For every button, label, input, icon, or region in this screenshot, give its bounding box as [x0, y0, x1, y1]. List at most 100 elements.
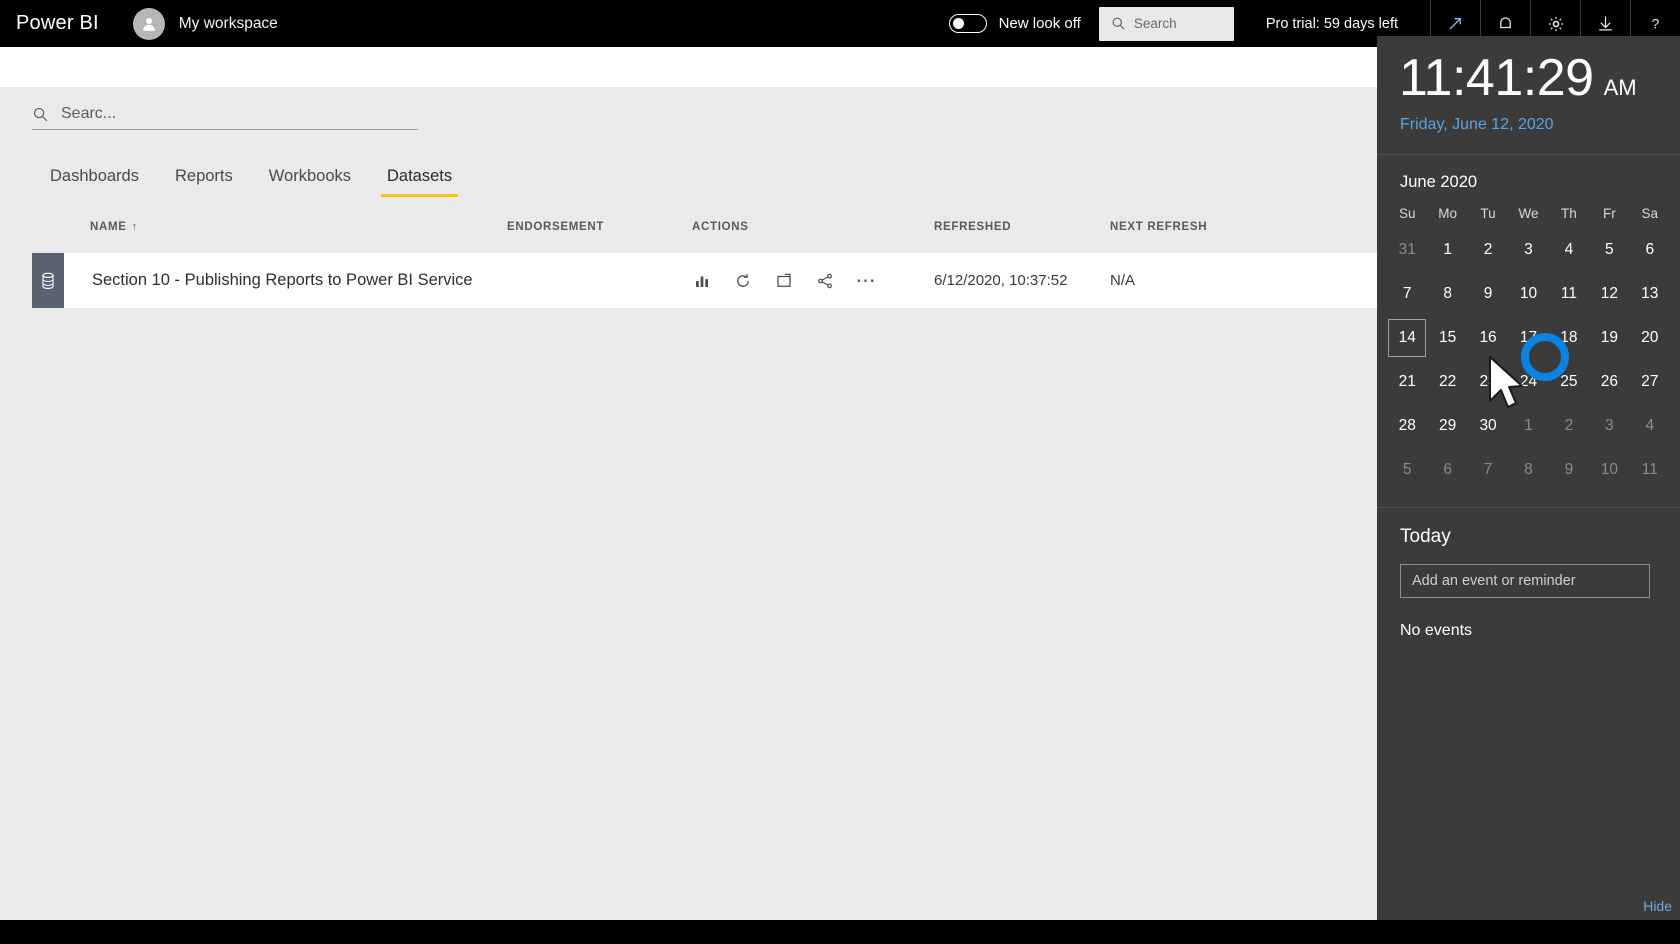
divider [1377, 507, 1680, 508]
clock-row: 11:41:29 AM [1377, 36, 1680, 104]
gear-icon [1548, 16, 1563, 31]
bell-icon [1500, 17, 1511, 29]
calendar-day[interactable]: 3 [1508, 235, 1548, 265]
column-header-endorsement[interactable]: ENDORSEMENT [507, 221, 604, 233]
table-row[interactable]: Section 10 - Publishing Reports to Power… [32, 253, 1532, 308]
row-actions-group: ⋯ [692, 271, 876, 291]
calendar-day[interactable]: 5 [1387, 455, 1427, 485]
calendar-day[interactable]: 19 [1589, 323, 1629, 353]
calendar-day[interactable]: 3 [1589, 411, 1629, 441]
dow-su: Su [1398, 206, 1416, 221]
new-look-label: New look off [998, 15, 1081, 32]
calendar-day[interactable]: 28 [1387, 411, 1427, 441]
header-search-placeholder: Search [1133, 16, 1177, 31]
content-tabs: Dashboards Reports Workbooks Datasets [32, 167, 470, 197]
workspace-selector[interactable]: My workspace [132, 7, 278, 40]
column-header-refreshed[interactable]: REFRESHED [934, 221, 1011, 233]
clock-time: 11:41:29 [1399, 49, 1594, 107]
calendar-day[interactable]: 8 [1508, 455, 1548, 485]
header-search-input[interactable]: Search [1098, 6, 1234, 41]
calendar-day[interactable]: 9 [1549, 455, 1589, 485]
new-look-toggle-group[interactable]: New look off [948, 14, 1081, 33]
calendar-day[interactable]: 4 [1549, 235, 1589, 265]
tab-datasets[interactable]: Datasets [369, 167, 470, 197]
column-header-next-refresh[interactable]: NEXT REFRESH [1110, 221, 1207, 233]
calendar-day[interactable]: 22 [1427, 367, 1467, 397]
workspace-label: My workspace [178, 14, 278, 32]
sort-ascending-icon: ↑ [131, 221, 138, 233]
svg-text:?: ? [1652, 16, 1660, 32]
loading-spinner-icon [1521, 333, 1569, 381]
calendar-day[interactable]: 8 [1427, 279, 1467, 309]
share-icon[interactable] [815, 271, 835, 291]
expand-icon [1449, 18, 1461, 30]
calendar-day[interactable]: 6 [1427, 455, 1467, 485]
calendar-day[interactable]: 31 [1387, 235, 1427, 265]
cell-refreshed: 6/12/2020, 10:37:52 [934, 272, 1068, 289]
person-icon [142, 17, 155, 31]
column-header-name-label: NAME [90, 221, 127, 233]
dow-sa: Sa [1641, 206, 1659, 221]
mouse-cursor [1489, 356, 1523, 408]
avatar [132, 7, 165, 40]
content-search-placeholder: Searc... [61, 105, 117, 122]
calendar-day[interactable]: 7 [1468, 455, 1508, 485]
question-icon: ? [1652, 16, 1660, 32]
dataset-type-tile [32, 253, 64, 308]
tab-workbooks[interactable]: Workbooks [251, 167, 369, 197]
calendar-day[interactable]: 26 [1589, 367, 1629, 397]
calendar-day[interactable]: 16 [1468, 323, 1508, 353]
calendar-day[interactable]: 11 [1630, 455, 1670, 485]
calendar-day[interactable]: 12 [1589, 279, 1629, 309]
today-title: Today [1400, 526, 1451, 547]
column-header-actions[interactable]: ACTIONS [692, 221, 749, 233]
hide-link[interactable]: Hide [1643, 898, 1672, 914]
calendar-day-selected[interactable]: 14 [1387, 323, 1427, 353]
ellipsis-glyph: ⋯ [855, 269, 877, 292]
calendar-month-label[interactable]: June 2020 [1377, 173, 1680, 192]
calendar-day[interactable]: 7 [1387, 279, 1427, 309]
toggle-knob [952, 18, 964, 29]
dow-mo: Mo [1438, 206, 1458, 221]
power-bi-logo[interactable]: Power BI [16, 12, 99, 35]
dow-tu: Tu [1480, 206, 1496, 221]
clock-calendar-flyout: 11:41:29 AM Friday, June 12, 2020 June 2… [1377, 36, 1680, 920]
dow-we: We [1518, 206, 1539, 221]
calendar-day[interactable]: 21 [1387, 367, 1427, 397]
cell-next-refresh: N/A [1110, 272, 1136, 289]
dataset-icon [42, 272, 54, 289]
tab-reports[interactable]: Reports [157, 167, 251, 197]
calendar-day[interactable]: 1 [1427, 235, 1467, 265]
analyze-in-excel-icon[interactable] [692, 271, 712, 291]
calendar-day[interactable]: 2 [1468, 235, 1508, 265]
pro-trial-status: Pro trial: 59 days left [1265, 15, 1398, 32]
dow-fr: Fr [1602, 206, 1616, 221]
calendar-day[interactable]: 1 [1508, 411, 1548, 441]
content-search-box[interactable]: Searc... [32, 105, 418, 130]
calendar-day[interactable]: 15 [1427, 323, 1467, 353]
create-report-icon[interactable] [774, 271, 794, 291]
calendar-day[interactable]: 5 [1589, 235, 1629, 265]
dataset-name[interactable]: Section 10 - Publishing Reports to Power… [92, 271, 473, 290]
calendar-day[interactable]: 13 [1630, 279, 1670, 309]
calendar-day[interactable]: 4 [1630, 411, 1670, 441]
clock-date[interactable]: Friday, June 12, 2020 [1377, 116, 1680, 134]
calendar-day[interactable]: 27 [1630, 367, 1670, 397]
new-look-toggle[interactable] [948, 14, 987, 33]
refresh-now-icon[interactable] [733, 271, 753, 291]
calendar-day[interactable]: 2 [1549, 411, 1589, 441]
more-options-icon[interactable]: ⋯ [856, 271, 876, 291]
calendar-day[interactable]: 20 [1630, 323, 1670, 353]
calendar-day[interactable]: 6 [1630, 235, 1670, 265]
calendar-day[interactable]: 29 [1427, 411, 1467, 441]
add-event-input[interactable]: Add an event or reminder [1400, 564, 1650, 598]
calendar-day[interactable]: 10 [1589, 455, 1629, 485]
calendar-day[interactable]: 11 [1549, 279, 1589, 309]
calendar-day[interactable]: 30 [1468, 411, 1508, 441]
calendar-day[interactable]: 10 [1508, 279, 1548, 309]
search-icon [1112, 17, 1125, 30]
dow-th: Th [1561, 206, 1577, 221]
tab-dashboards[interactable]: Dashboards [32, 167, 157, 197]
column-header-name[interactable]: NAME ↑ [90, 221, 138, 233]
calendar-day[interactable]: 9 [1468, 279, 1508, 309]
